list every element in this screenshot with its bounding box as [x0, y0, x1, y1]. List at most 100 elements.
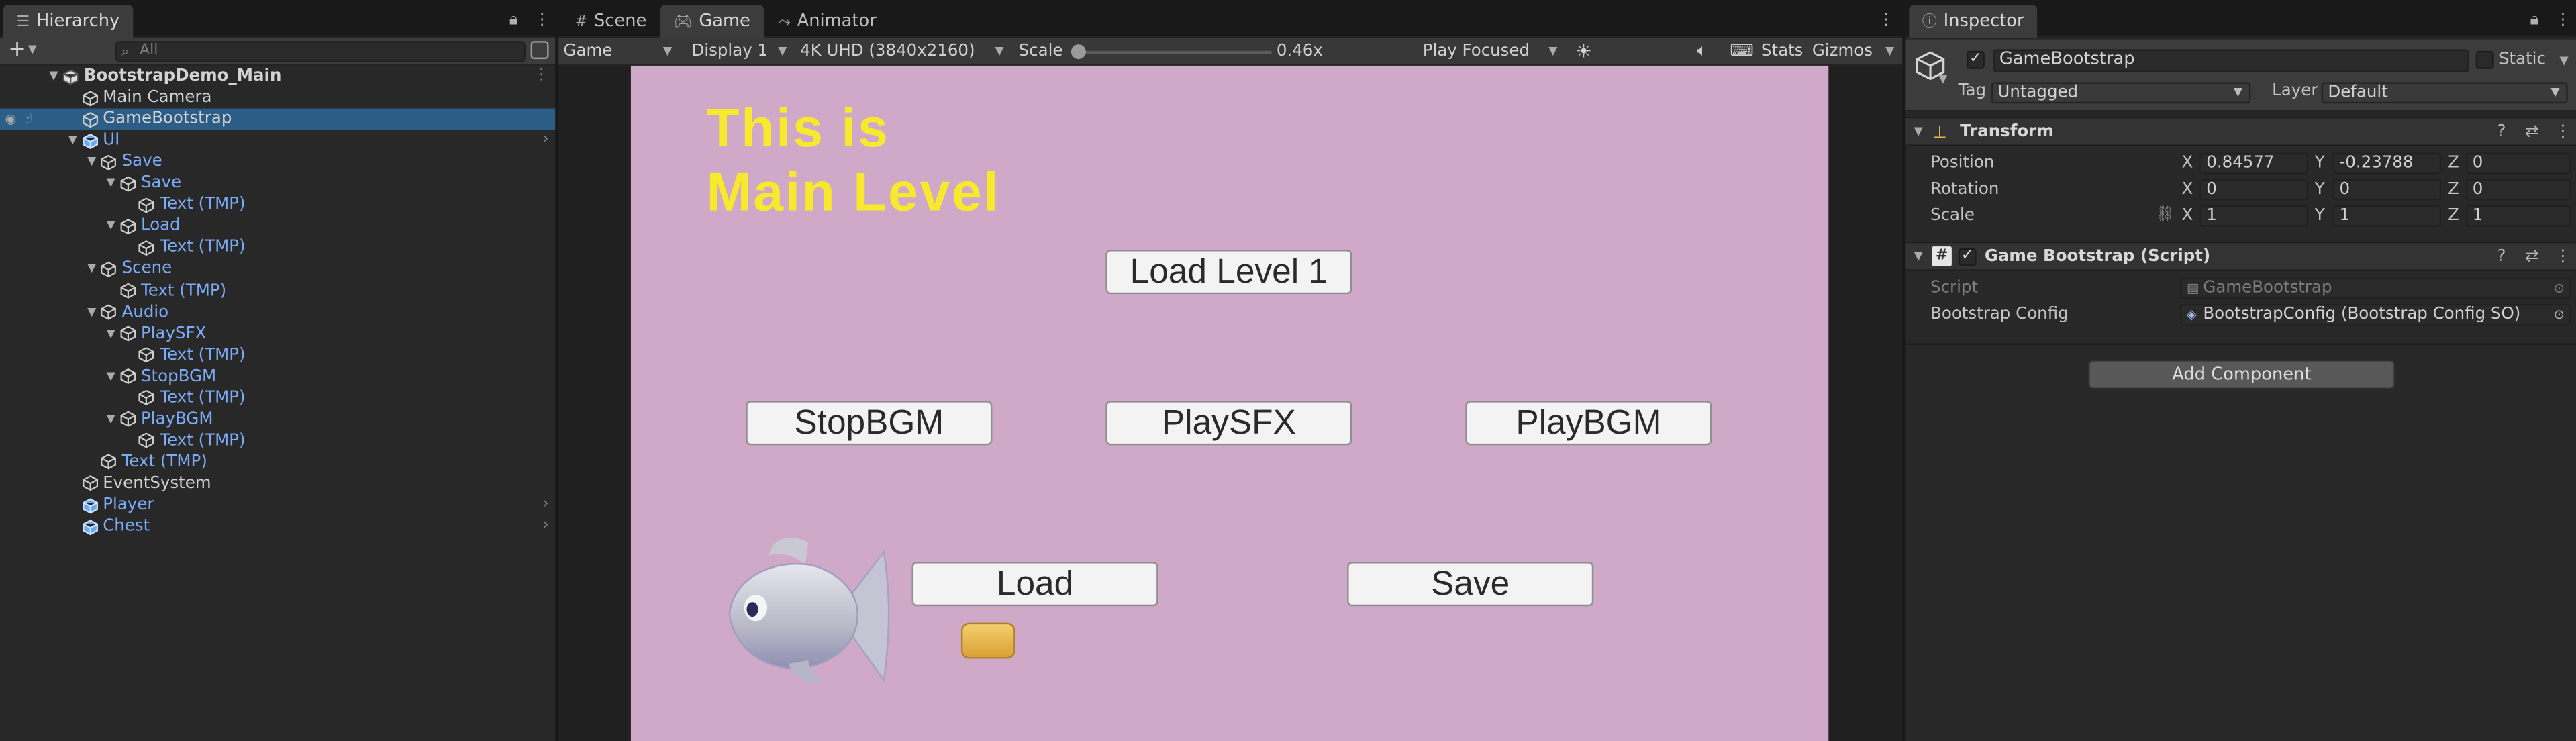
- hierarchy-row[interactable]: ▼ Save: [0, 173, 555, 195]
- add-plus-icon[interactable]: +: [8, 40, 26, 61]
- gizmos-dropdown[interactable]: Gizmos ▼: [1807, 40, 1899, 64]
- play-bgm-button[interactable]: PlayBGM: [1465, 401, 1712, 446]
- chevron-down-icon[interactable]: ▼: [28, 43, 37, 56]
- panel-divider[interactable]: [555, 0, 557, 741]
- visibility-eye-icon[interactable]: ◉: [5, 109, 16, 130]
- chest[interactable]: [960, 622, 1015, 659]
- transform-header[interactable]: ▼ ⟂ Transform ? ⇄ ⋮: [1905, 116, 2576, 146]
- resolution-dropdown[interactable]: 4K UHD (3840x2160) ▼: [795, 40, 1009, 64]
- hierarchy-row[interactable]: GameBootstrap ◉ ☝: [0, 108, 556, 130]
- help-icon[interactable]: ?: [2497, 248, 2506, 266]
- layer-dropdown[interactable]: Default ▼: [2321, 82, 2568, 104]
- position-z-field[interactable]: 0: [2465, 152, 2571, 175]
- object-name-input[interactable]: GameBootstrap: [1993, 49, 2469, 72]
- hierarchy-row[interactable]: Player ›: [0, 495, 555, 516]
- component-enabled-checkbox[interactable]: ✓: [1958, 248, 1977, 266]
- kebab-menu-icon[interactable]: ⋮: [534, 11, 550, 30]
- foldout-arrow-icon[interactable]: ▼: [1914, 125, 1923, 138]
- foldout-arrow-icon[interactable]: ▼: [107, 366, 115, 387]
- tab-animator[interactable]: ⤳ Animator: [766, 5, 890, 38]
- hierarchy-row[interactable]: EventSystem: [0, 473, 555, 495]
- bootstrap-config-field[interactable]: ◈ BootstrapConfig (Bootstrap Config SO) …: [2180, 303, 2571, 326]
- view-mode-dropdown[interactable]: Game ▼: [558, 40, 677, 64]
- foldout-arrow-icon[interactable]: ▼: [87, 152, 96, 173]
- foldout-arrow-icon[interactable]: ▼: [68, 130, 77, 152]
- foldout-arrow-icon[interactable]: ▼: [87, 301, 96, 323]
- load-button[interactable]: Load: [911, 562, 1158, 607]
- hierarchy-row[interactable]: ▼ PlayBGM: [0, 409, 555, 430]
- help-icon[interactable]: ?: [2497, 124, 2506, 142]
- chevron-right-icon[interactable]: ›: [543, 516, 549, 538]
- foldout-arrow-icon[interactable]: ▼: [49, 66, 58, 87]
- chevron-down-icon[interactable]: ▼: [2560, 54, 2569, 68]
- scale-y-field[interactable]: 1: [2332, 205, 2442, 227]
- hierarchy-search-input[interactable]: ⌕ All: [115, 41, 526, 63]
- hierarchy-row[interactable]: Text (TMP): [0, 344, 555, 366]
- stop-bgm-button[interactable]: StopBGM: [746, 401, 993, 446]
- game-viewport[interactable]: This is Main Level Load Level 1 StopBGM …: [630, 65, 1829, 741]
- hierarchy-row[interactable]: ▼ StopBGM: [0, 366, 555, 387]
- hierarchy-row[interactable]: Chest ›: [0, 516, 555, 538]
- mute-audio-icon[interactable]: 🔈︎: [1692, 40, 1707, 64]
- static-checkbox[interactable]: [2475, 50, 2494, 69]
- bug-icon[interactable]: ☀: [1571, 40, 1591, 64]
- play-mode-dropdown[interactable]: Play Focused ▼: [1418, 40, 1562, 64]
- kebab-menu-icon[interactable]: ⋮: [534, 66, 549, 87]
- presets-icon[interactable]: ⇄: [2525, 124, 2539, 142]
- play-sfx-button[interactable]: PlaySFX: [1105, 401, 1352, 446]
- foldout-arrow-icon[interactable]: ▼: [87, 258, 96, 280]
- hierarchy-row[interactable]: ▼ Audio: [0, 301, 555, 323]
- foldout-arrow-icon[interactable]: ▼: [107, 409, 115, 430]
- hierarchy-row[interactable]: ▼ BootstrapDemo_Main ⋮: [0, 66, 555, 87]
- tab-hierarchy[interactable]: ☰ Hierarchy: [3, 5, 133, 38]
- chevron-right-icon[interactable]: ›: [543, 495, 549, 516]
- keyboard-icon[interactable]: ⌨: [1725, 40, 1753, 64]
- load-level-button[interactable]: Load Level 1: [1105, 250, 1352, 295]
- stats-button[interactable]: Stats: [1756, 40, 1803, 64]
- hierarchy-row[interactable]: ▼ Load: [0, 215, 555, 237]
- rotation-y-field[interactable]: 0: [2332, 179, 2442, 201]
- hierarchy-row[interactable]: ▼ UI ›: [0, 130, 555, 152]
- hierarchy-row[interactable]: Text (TMP): [0, 237, 555, 258]
- foldout-arrow-icon[interactable]: ▼: [107, 215, 115, 237]
- tab-scene[interactable]: # Scene: [562, 5, 660, 38]
- chevron-right-icon[interactable]: ›: [543, 130, 549, 152]
- player-fish[interactable]: [723, 529, 891, 693]
- scale-slider-track[interactable]: [1077, 50, 1272, 54]
- save-button[interactable]: Save: [1347, 562, 1594, 607]
- hierarchy-row[interactable]: ▼ Save: [0, 152, 555, 173]
- hierarchy-row[interactable]: Text (TMP): [0, 195, 555, 216]
- position-x-field[interactable]: 0.84577: [2199, 152, 2309, 175]
- rotation-x-field[interactable]: 0: [2199, 179, 2309, 201]
- tab-game[interactable]: 🎮︎ Game: [660, 5, 764, 38]
- scale-x-field[interactable]: 1: [2199, 205, 2309, 227]
- foldout-arrow-icon[interactable]: ▼: [107, 323, 115, 344]
- presets-icon[interactable]: ⇄: [2525, 248, 2539, 266]
- kebab-menu-icon[interactable]: ⋮: [2555, 124, 2571, 142]
- hierarchy-row[interactable]: ▼ Scene: [0, 258, 555, 280]
- display-dropdown[interactable]: Display 1 ▼: [687, 40, 792, 64]
- constrain-proportions-icon[interactable]: ⛓: [2155, 207, 2174, 223]
- add-component-button[interactable]: Add Component: [2088, 360, 2395, 390]
- tag-dropdown[interactable]: Untagged ▼: [1991, 82, 2251, 104]
- kebab-menu-icon[interactable]: ⋮: [2555, 248, 2571, 266]
- hierarchy-row[interactable]: Main Camera: [0, 87, 555, 109]
- foldout-arrow-icon[interactable]: ▼: [1914, 250, 1923, 263]
- lock-icon[interactable]: 🔒︎: [2530, 11, 2538, 30]
- script-component-header[interactable]: ▼ # ✓ Game Bootstrap (Script) ? ⇄ ⋮: [1905, 241, 2576, 271]
- kebab-menu-icon[interactable]: ⋮: [2555, 11, 2571, 30]
- hierarchy-row[interactable]: Text (TMP): [0, 452, 555, 473]
- scale-z-field[interactable]: 1: [2465, 205, 2571, 227]
- hierarchy-row[interactable]: Text (TMP): [0, 387, 555, 409]
- panel-divider[interactable]: [1902, 0, 1904, 741]
- hierarchy-row[interactable]: Text (TMP): [0, 280, 555, 301]
- scale-slider-handle[interactable]: [1071, 44, 1086, 60]
- foldout-arrow-icon[interactable]: ▼: [107, 173, 115, 195]
- rotation-z-field[interactable]: 0: [2465, 179, 2571, 201]
- active-checkbox[interactable]: ✓: [1966, 50, 1985, 69]
- pickability-hand-icon[interactable]: ☝: [25, 109, 33, 130]
- lock-icon[interactable]: 🔒︎: [509, 11, 518, 30]
- position-y-field[interactable]: -0.23788: [2332, 152, 2442, 175]
- hierarchy-row[interactable]: Text (TMP): [0, 430, 555, 452]
- kebab-menu-icon[interactable]: ⋮: [1878, 11, 1894, 30]
